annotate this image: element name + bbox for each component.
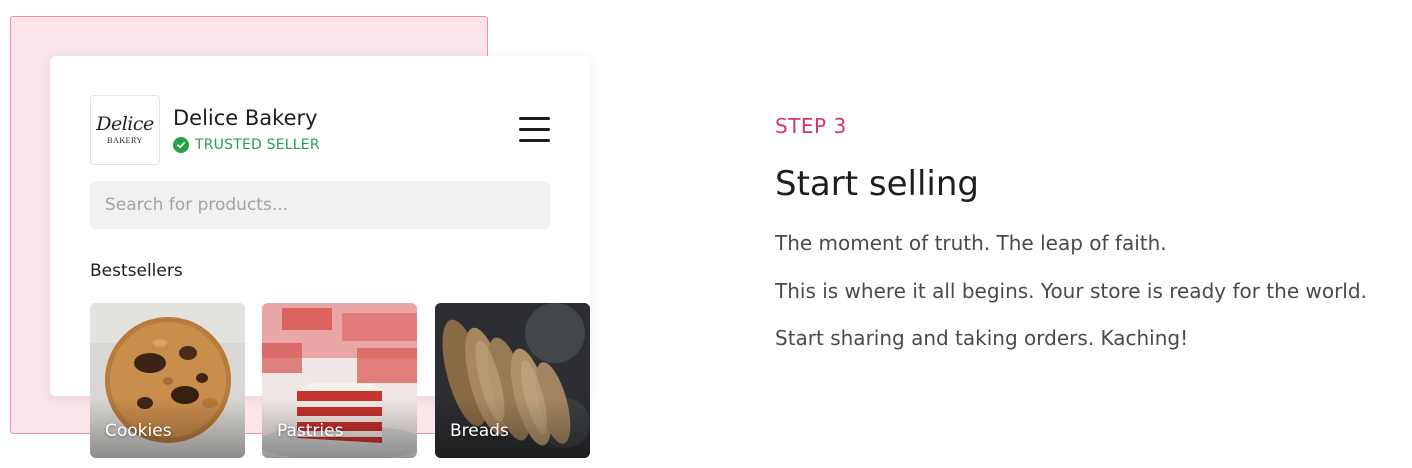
category-label-pastries: Pastries bbox=[277, 421, 344, 441]
step-paragraph: This is where it all begins. Your store … bbox=[775, 279, 1367, 303]
store-logo-subtitle: BAKERY bbox=[107, 136, 143, 145]
trusted-seller-label: TRUSTED SELLER bbox=[195, 137, 320, 153]
step-paragraph: Start sharing and taking orders. Kaching… bbox=[775, 326, 1189, 350]
category-tile-pastries[interactable]: Pastries bbox=[262, 303, 417, 458]
store-logo-script: Delice bbox=[96, 113, 154, 135]
hamburger-menu-icon[interactable] bbox=[519, 117, 550, 143]
check-circle-icon bbox=[173, 137, 189, 153]
search-input[interactable] bbox=[90, 181, 550, 229]
category-label-cookies: Cookies bbox=[105, 421, 172, 441]
step-paragraph: The moment of truth. The leap of faith. bbox=[775, 231, 1167, 255]
store-name: Delice Bakery bbox=[173, 106, 318, 130]
bestsellers-heading: Bestsellers bbox=[90, 261, 183, 281]
category-label-breads: Breads bbox=[450, 421, 509, 441]
step-label: STEP 3 bbox=[775, 114, 847, 138]
category-tile-cookies[interactable]: Cookies bbox=[90, 303, 245, 458]
store-logo: Delice BAKERY bbox=[90, 95, 160, 165]
page: Delice BAKERY Delice Bakery TRUSTED SELL… bbox=[0, 0, 1412, 468]
category-tile-breads[interactable]: Breads bbox=[435, 303, 590, 458]
trusted-seller-badge: TRUSTED SELLER bbox=[173, 137, 320, 153]
step-heading: Start selling bbox=[775, 164, 979, 204]
